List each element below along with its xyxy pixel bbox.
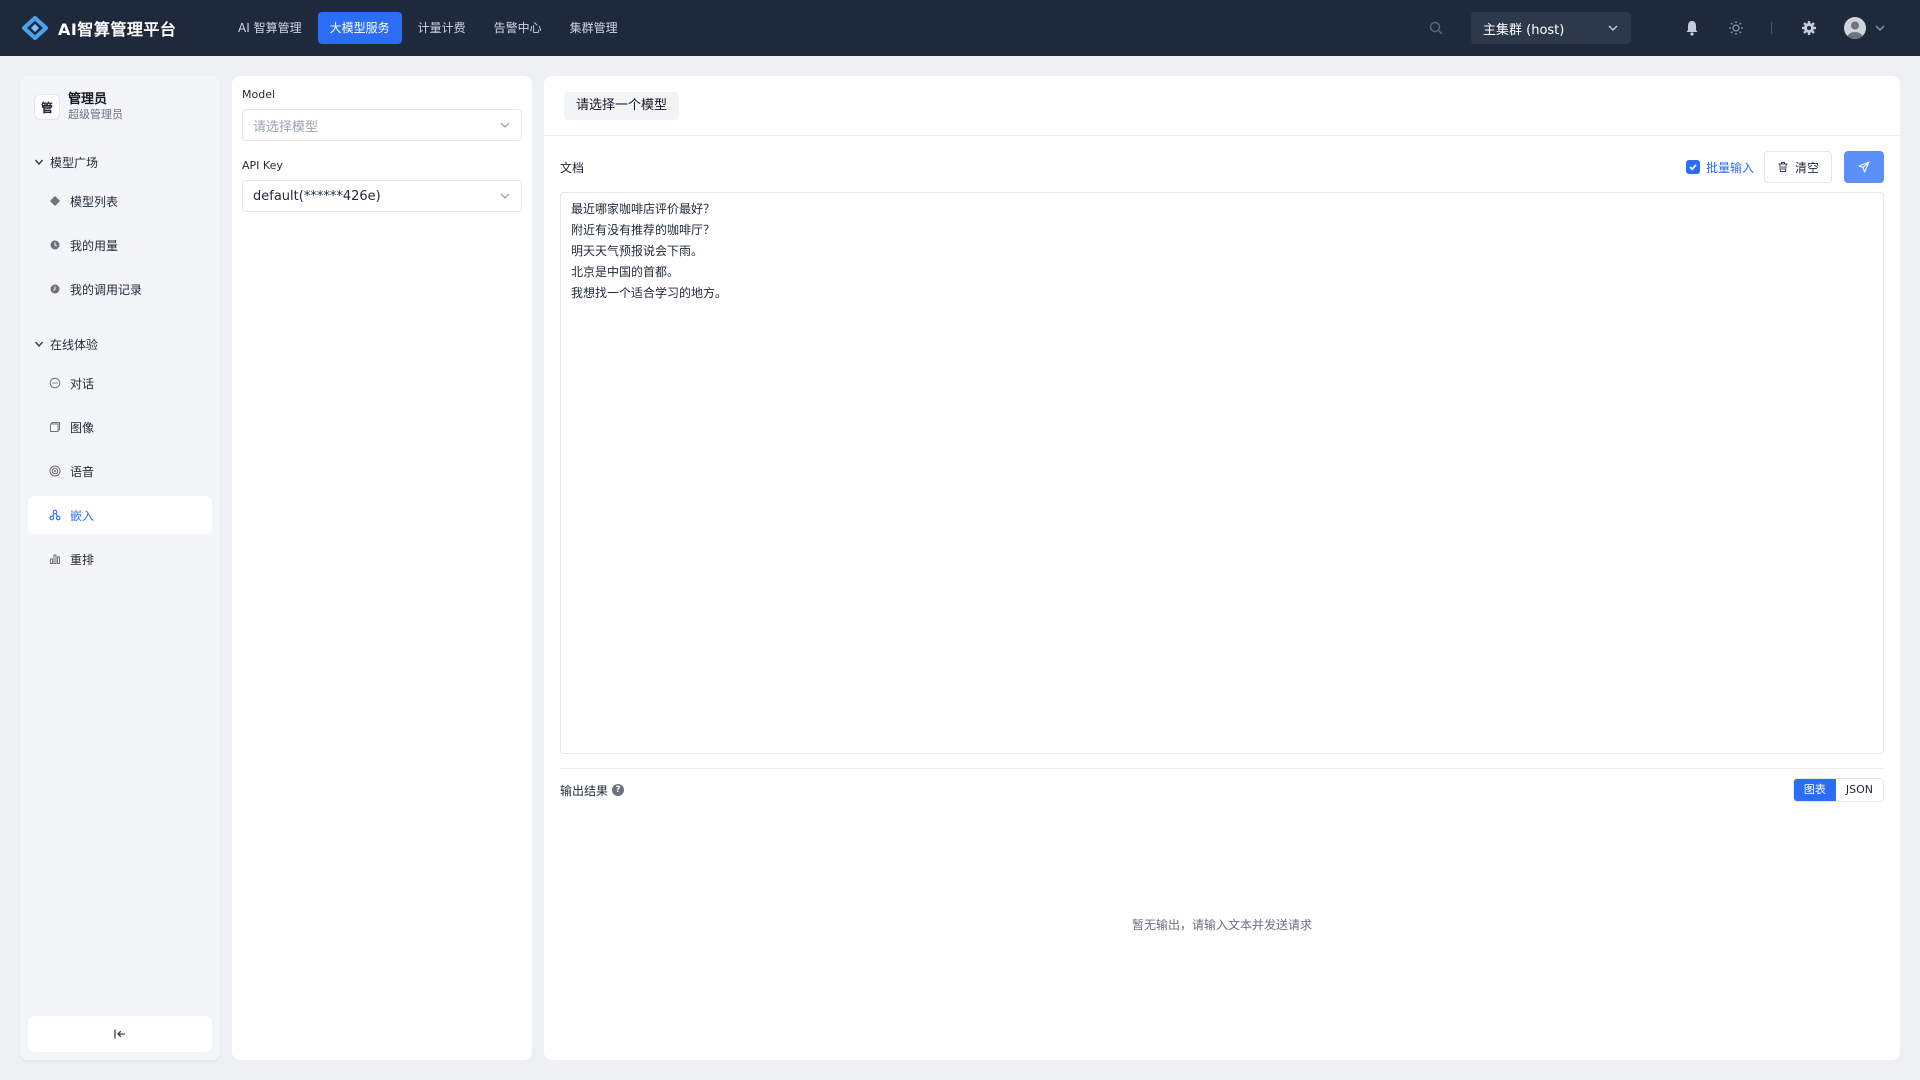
nav-llm-service[interactable]: 大模型服务 (317, 12, 402, 44)
nav-cluster[interactable]: 集群管理 (558, 12, 630, 44)
clear-button[interactable]: 清空 (1763, 151, 1832, 183)
clear-button-label: 清空 (1794, 160, 1819, 175)
top-nav: AI 智算管理 大模型服务 计量计费 告警中心 集群管理 (226, 12, 634, 44)
sidebar: 管 管理员 超级管理员 模型广场 模型列表 我的用量 我的调用记录 在线体验 对… (20, 76, 220, 1060)
sidebar-item-label: 语音 (70, 464, 95, 479)
audio-icon (48, 464, 62, 478)
bell-icon[interactable] (1683, 19, 1701, 37)
sidebar-item-chat[interactable]: 对话 (28, 364, 212, 402)
sidebar-item-label: 模型列表 (70, 194, 119, 209)
nav-billing[interactable]: 计量计费 (406, 12, 478, 44)
search-icon[interactable] (1427, 19, 1445, 37)
bar-chart-icon (48, 552, 62, 566)
group-model-plaza[interactable]: 模型广场 (20, 148, 220, 176)
document-label: 文档 (560, 160, 585, 175)
cube-icon (48, 194, 62, 208)
sidebar-item-rerank[interactable]: 重排 (28, 540, 212, 578)
help-icon[interactable]: ? (612, 784, 625, 796)
sidebar-item-label: 嵌入 (70, 508, 95, 523)
top-right-tools: 主集群 (host) (1427, 0, 1920, 56)
apikey-select[interactable]: default(******426e) (242, 180, 522, 212)
image-icon (48, 420, 62, 434)
apikey-label: API Key (242, 159, 283, 172)
divider (1771, 22, 1772, 34)
chevron-down-icon (34, 341, 44, 348)
apikey-select-value: default(******426e) (253, 188, 381, 204)
output-label: 输出结果 (560, 783, 609, 798)
sidebar-item-image[interactable]: 图像 (28, 408, 212, 446)
main-header: 请选择一个模型 (544, 76, 1900, 136)
model-select-placeholder: 请选择模型 (253, 119, 319, 135)
cluster-select-value: 主集群 (host) (1483, 22, 1565, 38)
output-toolbar: 输出结果 ? 图表 JSON (560, 776, 1884, 804)
tab-json[interactable]: JSON (1835, 779, 1883, 801)
collapse-sidebar-button[interactable] (28, 1016, 212, 1052)
sidebar-item-audio[interactable]: 语音 (28, 452, 212, 490)
chevron-down-icon (34, 159, 44, 166)
checkbox-checked-icon (1685, 160, 1700, 174)
selected-model-chip: 请选择一个模型 (564, 92, 680, 120)
history-icon (48, 282, 62, 296)
document-line: 最近哪家咖啡店评价最好？ (571, 202, 716, 216)
cluster-select[interactable]: 主集群 (host) (1471, 12, 1631, 44)
sidebar-item-label: 重排 (70, 552, 95, 567)
document-line: 北京是中国的首都。 (571, 265, 680, 279)
sidebar-item-label: 图像 (70, 420, 95, 435)
document-line: 附近有没有推荐的咖啡厅？ (571, 223, 716, 237)
clock-icon (48, 238, 62, 252)
sidebar-item-my-usage[interactable]: 我的用量 (28, 226, 212, 264)
model-select[interactable]: 请选择模型 (242, 109, 522, 141)
document-line: 我想找一个适合学习的地方。 (571, 286, 728, 300)
brand-title: AI智算管理平台 (58, 20, 177, 39)
embed-icon (48, 508, 62, 522)
batch-input-checkbox[interactable]: 批量输入 (1685, 159, 1754, 176)
chevron-down-icon (1875, 25, 1885, 31)
config-panel: Model 请选择模型 API Key default(******426e) (232, 76, 532, 1060)
nav-ai-compute[interactable]: AI 智算管理 (226, 12, 314, 44)
logo-icon (22, 16, 48, 40)
user-avatar-icon (1844, 17, 1866, 39)
sun-icon[interactable] (1727, 19, 1745, 37)
chevron-down-icon (500, 193, 510, 199)
brand[interactable]: AI智算管理平台 (20, 15, 210, 41)
chat-icon (48, 376, 62, 390)
sidebar-item-label: 我的用量 (70, 238, 119, 253)
sidebar-item-call-history[interactable]: 我的调用记录 (28, 270, 212, 308)
user-menu[interactable] (1844, 17, 1886, 39)
trash-icon (1778, 162, 1788, 172)
nav-alerts[interactable]: 告警中心 (482, 12, 554, 44)
sidebar-item-embedding[interactable]: 嵌入 (28, 496, 212, 534)
sidebar-item-label: 对话 (70, 376, 95, 391)
send-icon (1858, 161, 1870, 173)
divider (560, 768, 1884, 769)
output-view-toggle: 图表 JSON (1792, 778, 1884, 802)
sidebar-item-label: 我的调用记录 (70, 282, 143, 297)
chevron-down-icon (1608, 25, 1618, 31)
profile-role: 超级管理员 (68, 108, 123, 121)
gear-icon[interactable] (1800, 19, 1818, 37)
collapse-left-icon (114, 1029, 125, 1039)
main-panel: 请选择一个模型 文档 批量输入 清空 最近哪家咖啡店评价最好？ 附近有没有推荐的… (544, 76, 1900, 1060)
top-bar: AI智算管理平台 AI 智算管理 大模型服务 计量计费 告警中心 集群管理 主集… (0, 0, 1920, 56)
document-toolbar: 文档 批量输入 清空 (560, 150, 1884, 184)
chevron-down-icon (500, 122, 510, 128)
group-online-trial[interactable]: 在线体验 (20, 330, 220, 358)
avatar: 管 (34, 94, 60, 120)
document-textarea[interactable]: 最近哪家咖啡店评价最好？ 附近有没有推荐的咖啡厅？ 明天天气预报说会下雨。 北京… (560, 192, 1884, 754)
sidebar-item-model-list[interactable]: 模型列表 (28, 182, 212, 220)
group-title: 模型广场 (50, 155, 99, 170)
send-button[interactable] (1844, 151, 1884, 183)
profile-name: 管理员 (68, 92, 108, 107)
empty-output-message: 暂无输出，请输入文本并发送请求 (1131, 918, 1312, 932)
user-profile: 管 管理员 超级管理员 (20, 76, 220, 138)
tab-chart[interactable]: 图表 (1793, 779, 1836, 801)
batch-input-label: 批量输入 (1705, 160, 1754, 175)
document-line: 明天天气预报说会下雨。 (571, 244, 704, 258)
model-label: Model (242, 88, 276, 101)
group-title: 在线体验 (50, 337, 99, 352)
